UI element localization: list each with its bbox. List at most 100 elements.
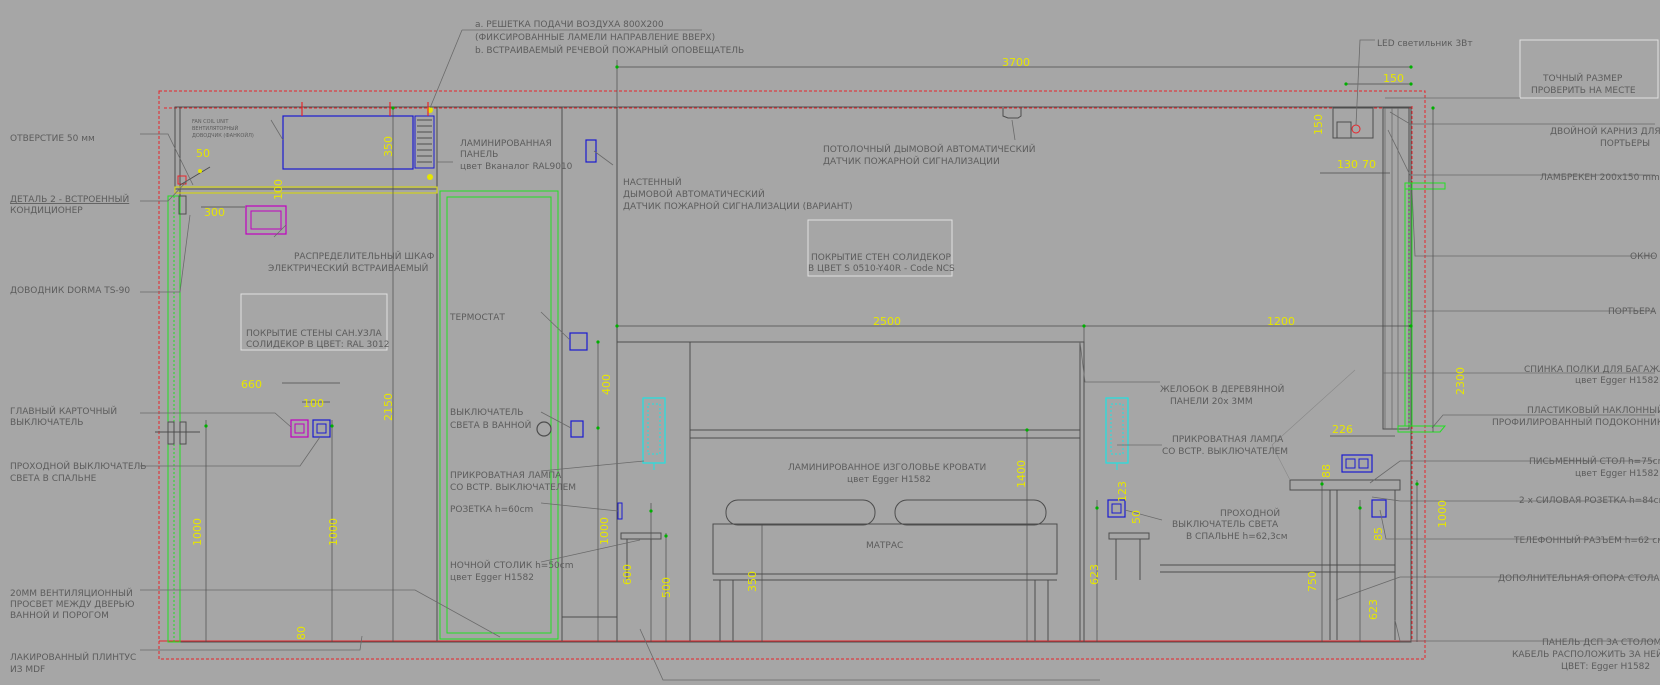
led-label: LED светильник 3Вт — [1377, 39, 1473, 49]
nightstand-right — [1108, 532, 1150, 540]
ceilsmoke-label-a: ПОТОЛОЧНЫЙ ДЫМОВОЙ АВТОМАТИЧЕСКИЙ — [823, 143, 1036, 155]
bathswitch-label-a: ВЫКЛЮЧАТЕЛЬ — [450, 408, 523, 418]
plinth-label-b: ИЗ MDF — [10, 665, 45, 675]
shelfback-label-b: цвет Egger H1582 — [1575, 376, 1659, 386]
vent-label-c: ВАННОЙ И ПОРОГОМ — [10, 609, 109, 621]
nightstand-label-a: НОЧНОЙ СТОЛИК h=50cm — [450, 559, 574, 571]
panel-label-c: цвет Вканалог RAL9010 — [460, 162, 573, 172]
fancoil-label-b: ВЕНТИЛЯТОРНЫЙ — [192, 125, 239, 132]
phone-label: ТЕЛЕФОННЫЙ РАЗЪЕМ h=62 см — [1513, 534, 1660, 546]
mattress-label: МАТРАС — [866, 541, 903, 551]
dim-100a: 100 — [272, 179, 285, 200]
headboard-panel — [616, 341, 1085, 643]
grille-label-a: a. РЕШЕТКА ПОДАЧИ ВОЗДУХА 800Х200 — [475, 20, 664, 30]
dim-600: 600 — [621, 564, 634, 585]
dim-660: 660 — [241, 378, 262, 391]
dsp-label-b: КАБЕЛЬ РАСПОЛОЖИТЬ ЗА НЕЙ — [1512, 648, 1660, 660]
floor-plan-elevation: a. РЕШЕТКА ПОДАЧИ ВОЗДУХА 800Х200 (ФИКСИ… — [10, 20, 1660, 681]
dim-100b: 100 — [303, 397, 324, 410]
dim-1000c: 1000 — [598, 517, 611, 545]
thermostat — [569, 332, 588, 351]
pass-switch — [312, 419, 331, 438]
dim-500: 500 — [660, 577, 673, 598]
dim-2300: 2300 — [1454, 367, 1467, 395]
headboard-label-b: цвет Egger H1582 — [847, 475, 931, 485]
wallcover-label-b: В ЦВЕТ S 0510-Y40R - Code NCS — [808, 264, 955, 274]
valance-label: ЛАМБРЕКЕН 200х150 mm — [1540, 173, 1660, 183]
dim-350: 350 — [382, 136, 395, 157]
dim-150a: 150 — [1383, 72, 1404, 85]
closer-label: ДОВОДНИК DORMA TS-90 — [10, 286, 130, 296]
dim-130: 130 — [1337, 158, 1358, 171]
vent-label-a: 20ММ ВЕНТИЛЯЦИОННЫЙ — [10, 587, 133, 599]
ceilsmoke-label-b: ДАТЧИК ПОЖАРНОЙ СИГНАЛИЗАЦИИ — [823, 155, 1000, 167]
cornice-label-a: ДВОЙНОЙ КАРНИЗ ДЛЯ — [1550, 125, 1660, 137]
wallcover-label-a: ПОКРЫТИЕ СТЕН СОЛИДЕКОР — [811, 253, 952, 263]
pillow-right — [894, 499, 1047, 526]
dim-2150: 2150 — [382, 393, 395, 421]
fancoil-label-c: ДОВОДЧИК (ФАНКОЙЛ) — [192, 132, 254, 139]
passswitch2-label-b: ВЫКЛЮЧАТЕЛЬ СВЕТА — [1172, 520, 1279, 530]
dim-150b: 150 — [1312, 114, 1325, 135]
dim-350b: 350 — [746, 571, 759, 592]
curtain-label: ПОРТЬЕРА — [1608, 307, 1657, 317]
bedlamp-right — [1105, 397, 1129, 464]
groove-label-a: ЖЕЛОБОК В ДЕРЕВЯННОЙ — [1160, 383, 1284, 395]
desk-label-b: цвет Egger H1582 — [1575, 469, 1659, 479]
dsp-label-a: ПАНЕЛЬ ДСП ЗА СТОЛОМ, — [1542, 638, 1660, 648]
dim-total-width: 3700 — [1002, 56, 1030, 69]
ceiling-smoke-detector — [1002, 108, 1022, 119]
dim-1400: 1400 — [1015, 460, 1028, 488]
dim-300: 300 — [204, 206, 225, 219]
dsp-label-c: ЦВЕТ: Egger H1582 — [1561, 662, 1650, 672]
exact-label-a: ТОЧНЫЙ РАЗМЕР — [1542, 72, 1623, 84]
grille-label-c: b. ВСТРАИВАЕМЫЙ РЕЧЕВОЙ ПОЖАРНЫЙ ОПОВЕЩА… — [475, 44, 744, 56]
wallsmoke-label-a: НАСТЕННЫЙ — [623, 176, 682, 188]
dim-1000d: 1000 — [1436, 500, 1449, 528]
plinth-label-a: ЛАКИРОВАННЫЙ ПЛИНТУС — [10, 651, 136, 663]
dim-1000a: 1000 — [191, 518, 204, 546]
dim-750: 750 — [1306, 571, 1319, 592]
vent-label-b: ПРОСВЕТ МЕЖДУ ДВЕРЬЮ — [10, 600, 135, 610]
bathcover-label-a: ПОКРЫТИЕ СТЕНЫ САН.УЗЛА — [246, 329, 383, 339]
dim-400: 400 — [600, 374, 613, 395]
distbox-label-b: ЭЛЕКТРИЧЕСКИЙ ВСТРАИВАЕМЫЙ — [268, 262, 428, 274]
bedlamp-label-b: СО ВСТР. ВЫКЛЮЧАТЕЛЕМ — [450, 483, 576, 493]
dim-80: 80 — [295, 626, 308, 640]
dim-1000b: 1000 — [327, 518, 340, 546]
dim-1200: 1200 — [1267, 315, 1295, 328]
keycard-label-a: ГЛАВНЫЙ КАРТОЧНЫЙ — [10, 405, 117, 417]
wallsmoke-label-b: ДЫМОВОЙ АВТОМАТИЧЕСКИЙ — [623, 188, 765, 200]
dim-70: 70 — [1362, 158, 1376, 171]
dim-226: 226 — [1332, 423, 1353, 436]
bath-light-switch — [570, 420, 584, 438]
dim-623: 623 — [1088, 564, 1101, 585]
dim-623b: 623 — [1367, 599, 1380, 620]
distribution-box — [245, 205, 287, 235]
soffit-panel — [174, 186, 438, 194]
cornice-label-b: ПОРТЬЕРЫ — [1600, 139, 1650, 149]
entrance-door-frame — [167, 195, 181, 643]
pillow-left — [725, 499, 876, 526]
thermostat-label: ТЕРМОСТАТ — [449, 313, 505, 323]
bedlamp2-label-b: СО ВСТР. ВЫКЛЮЧАТЕЛЕМ — [1162, 447, 1288, 457]
nightstand-label-b: цвет Egger H1582 — [450, 573, 534, 583]
panel-label-b: ПАНЕЛЬ — [460, 150, 498, 160]
bedlamp2-label-a: ПРИКРОВАТНАЯ ЛАМПА — [1172, 435, 1284, 445]
handle-rose — [167, 421, 175, 445]
bathswitch-label-b: СВЕТА В ВАННОЙ — [450, 419, 531, 431]
dim-50: 50 — [1130, 510, 1143, 524]
panel-label-a: ЛАМИНИРОВАННАЯ — [460, 139, 552, 149]
support-label: ДОПОЛНИТЕЛЬНАЯ ОПОРА СТОЛА — [1498, 574, 1660, 584]
passswitch-label-a: ПРОХОДНОЙ ВЫКЛЮЧАТЕЛЬ — [10, 460, 146, 472]
keycard-label-b: ВЫКЛЮЧАТЕЛЬ — [10, 418, 83, 428]
bathcover-label-b: СОЛИДЕКОР В ЦВЕТ: RAL 3012 — [246, 340, 389, 350]
exact-label-b: ПРОВЕРИТЬ НА МЕСТЕ — [1531, 86, 1636, 96]
air-grille — [414, 115, 435, 169]
led-light — [1351, 124, 1361, 134]
detail2-label-a: ДЕТАЛЬ 2 - ВСТРОЕННЫЙ — [10, 193, 129, 205]
grille-marker — [427, 174, 433, 180]
shelfback-label-a: СПИНКА ПОЛКИ ДЛЯ БАГАЖА — [1524, 365, 1660, 375]
passswitch2-label-c: В СПАЛЬНЕ h=62,3см — [1186, 532, 1288, 542]
phone-jack — [1371, 499, 1387, 518]
